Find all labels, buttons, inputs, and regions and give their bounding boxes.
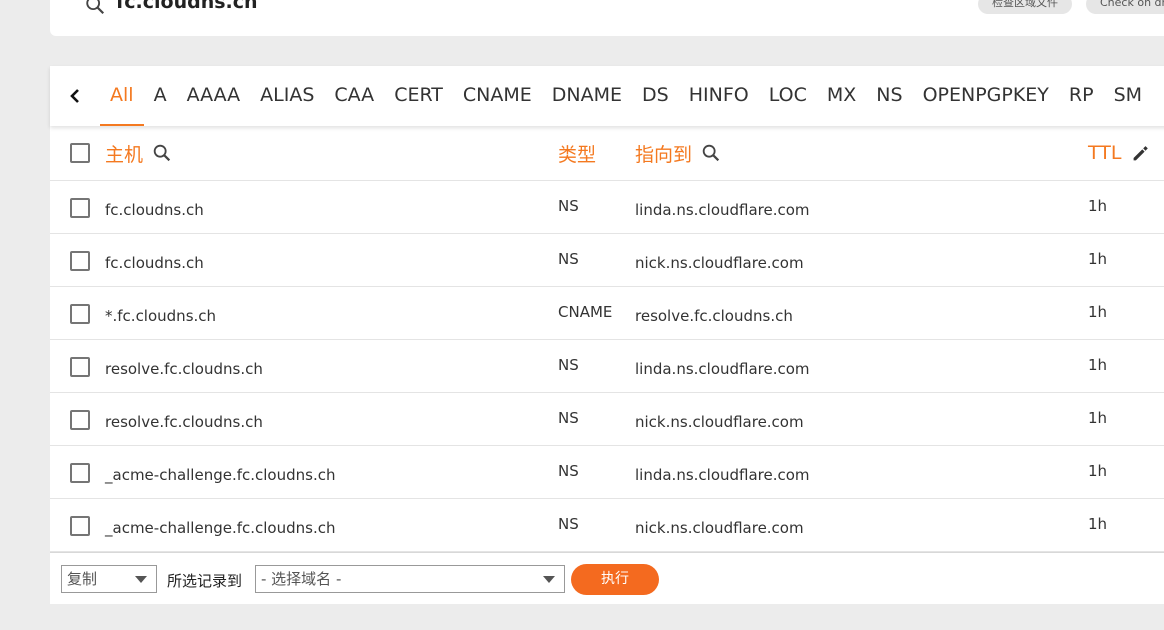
record-host: fc.cloudns.ch bbox=[105, 253, 204, 272]
record-ttl: 1h bbox=[1088, 408, 1108, 427]
tab-aaaa[interactable]: AAAA bbox=[177, 66, 251, 126]
chevron-down-icon bbox=[135, 576, 147, 583]
search-icon[interactable] bbox=[700, 142, 722, 164]
chevron-left-icon[interactable] bbox=[50, 66, 100, 126]
tab-ns[interactable]: NS bbox=[866, 66, 912, 126]
record-target: linda.ns.cloudflare.com bbox=[635, 200, 810, 219]
record-host: resolve.fc.cloudns.ch bbox=[105, 412, 263, 431]
record-host: _acme-challenge.fc.cloudns.ch bbox=[105, 465, 336, 484]
table-row[interactable]: fc.cloudns.ch NS linda.ns.cloudflare.com 1h bbox=[50, 181, 1164, 234]
record-host: resolve.fc.cloudns.ch bbox=[105, 359, 263, 378]
table-row[interactable]: resolve.fc.cloudns.ch NS nick.ns.cloudflar… bbox=[50, 393, 1164, 446]
table-row[interactable]: _acme-challenge.fc.cloudns.ch NS nick.ns.c… bbox=[50, 499, 1164, 552]
record-target: nick.ns.cloudflare.com bbox=[635, 518, 804, 537]
table-header: 主机 类型 指向到 TTL bbox=[50, 126, 1164, 181]
records-card: All A AAAA ALIAS CAA CERT CNAME DNAME DS HINFO LOC… bbox=[50, 66, 1164, 604]
row-checkbox[interactable] bbox=[70, 197, 90, 218]
tab-cname[interactable]: CNAME bbox=[453, 66, 542, 126]
type-column-header[interactable]: 类型 bbox=[558, 140, 596, 167]
record-type: NS bbox=[558, 514, 579, 533]
tab-sm[interactable]: SM bbox=[1104, 66, 1152, 126]
record-host: _acme-challenge.fc.cloudns.ch bbox=[105, 518, 336, 537]
record-type: CNAME bbox=[558, 302, 613, 321]
record-type: NS bbox=[558, 355, 579, 374]
record-host: fc.cloudns.ch bbox=[105, 200, 204, 219]
domain-header-card: fc.cloudns.ch 检查区域文件 Check on dr bbox=[50, 0, 1164, 36]
bulk-action-bar: 复制 所选记录到 - 选择域名 - 执行 bbox=[50, 552, 1164, 604]
row-checkbox[interactable] bbox=[70, 356, 90, 377]
record-type-tabs: All A AAAA ALIAS CAA CERT CNAME DNAME DS HINFO LOC… bbox=[50, 66, 1164, 126]
record-ttl: 1h bbox=[1088, 514, 1108, 533]
tab-rp[interactable]: RP bbox=[1059, 66, 1104, 126]
tab-mx[interactable]: MX bbox=[817, 66, 866, 126]
domain-name: fc.cloudns.ch bbox=[116, 0, 258, 13]
tab-dname[interactable]: DNAME bbox=[542, 66, 632, 126]
pencil-icon[interactable] bbox=[1129, 142, 1151, 164]
row-checkbox[interactable] bbox=[70, 250, 90, 271]
domain-search[interactable]: fc.cloudns.ch bbox=[84, 0, 258, 16]
records-list: fc.cloudns.ch NS linda.ns.cloudflare.com 1h… bbox=[50, 181, 1164, 552]
record-ttl: 1h bbox=[1088, 249, 1108, 268]
table-row[interactable]: resolve.fc.cloudns.ch NS linda.ns.cloudfla… bbox=[50, 340, 1164, 393]
search-icon[interactable] bbox=[151, 142, 173, 164]
tab-loc[interactable]: LOC bbox=[759, 66, 817, 126]
record-target: nick.ns.cloudflare.com bbox=[635, 412, 804, 431]
tab-openpgpkey[interactable]: OPENPGPKEY bbox=[913, 66, 1059, 126]
tab-all[interactable]: All bbox=[100, 66, 144, 126]
target-column-header[interactable]: 指向到 bbox=[635, 140, 692, 167]
domain-select[interactable]: - 选择域名 - bbox=[255, 565, 565, 593]
domain-select-value: - 选择域名 - bbox=[261, 570, 342, 588]
row-checkbox[interactable] bbox=[70, 462, 90, 483]
host-column-header[interactable]: 主机 bbox=[105, 140, 143, 167]
search-icon bbox=[86, 0, 105, 15]
record-ttl: 1h bbox=[1088, 461, 1108, 480]
record-target: linda.ns.cloudflare.com bbox=[635, 359, 810, 378]
record-type: NS bbox=[558, 196, 579, 215]
ttl-column-header[interactable]: TTL bbox=[1088, 142, 1121, 164]
record-host: *.fc.cloudns.ch bbox=[105, 306, 217, 325]
execute-button[interactable]: 执行 bbox=[571, 564, 659, 595]
tab-alias[interactable]: ALIAS bbox=[250, 66, 324, 126]
chevron-down-icon bbox=[543, 576, 555, 583]
row-checkbox[interactable] bbox=[70, 409, 90, 430]
record-type: NS bbox=[558, 249, 579, 268]
record-type: NS bbox=[558, 408, 579, 427]
tab-cert[interactable]: CERT bbox=[384, 66, 453, 126]
move-records-label: 所选记录到 bbox=[167, 572, 243, 590]
record-ttl: 1h bbox=[1088, 196, 1108, 215]
record-type: NS bbox=[558, 461, 579, 480]
check-dns-button[interactable]: Check on dr bbox=[1086, 0, 1164, 14]
record-target: resolve.fc.cloudns.ch bbox=[635, 306, 793, 325]
tab-ds[interactable]: DS bbox=[632, 66, 679, 126]
table-row[interactable]: fc.cloudns.ch NS nick.ns.cloudflare.com 1h bbox=[50, 234, 1164, 287]
record-ttl: 1h bbox=[1088, 302, 1108, 321]
record-target: nick.ns.cloudflare.com bbox=[635, 253, 804, 272]
action-select-value: 复制 bbox=[67, 570, 98, 588]
row-checkbox[interactable] bbox=[70, 303, 90, 324]
check-zone-file-button[interactable]: 检查区域文件 bbox=[978, 0, 1072, 14]
table-row[interactable]: *.fc.cloudns.ch CNAME resolve.fc.cloudns.c… bbox=[50, 287, 1164, 340]
row-checkbox[interactable] bbox=[70, 515, 90, 536]
tab-caa[interactable]: CAA bbox=[324, 66, 384, 126]
tab-a[interactable]: A bbox=[144, 66, 177, 126]
record-target: linda.ns.cloudflare.com bbox=[635, 465, 810, 484]
table-row[interactable]: _acme-challenge.fc.cloudns.ch NS linda.ns.… bbox=[50, 446, 1164, 499]
action-select[interactable]: 复制 bbox=[61, 565, 157, 593]
record-ttl: 1h bbox=[1088, 355, 1108, 374]
select-all-checkbox[interactable] bbox=[70, 143, 90, 163]
tab-hinfo[interactable]: HINFO bbox=[679, 66, 759, 126]
